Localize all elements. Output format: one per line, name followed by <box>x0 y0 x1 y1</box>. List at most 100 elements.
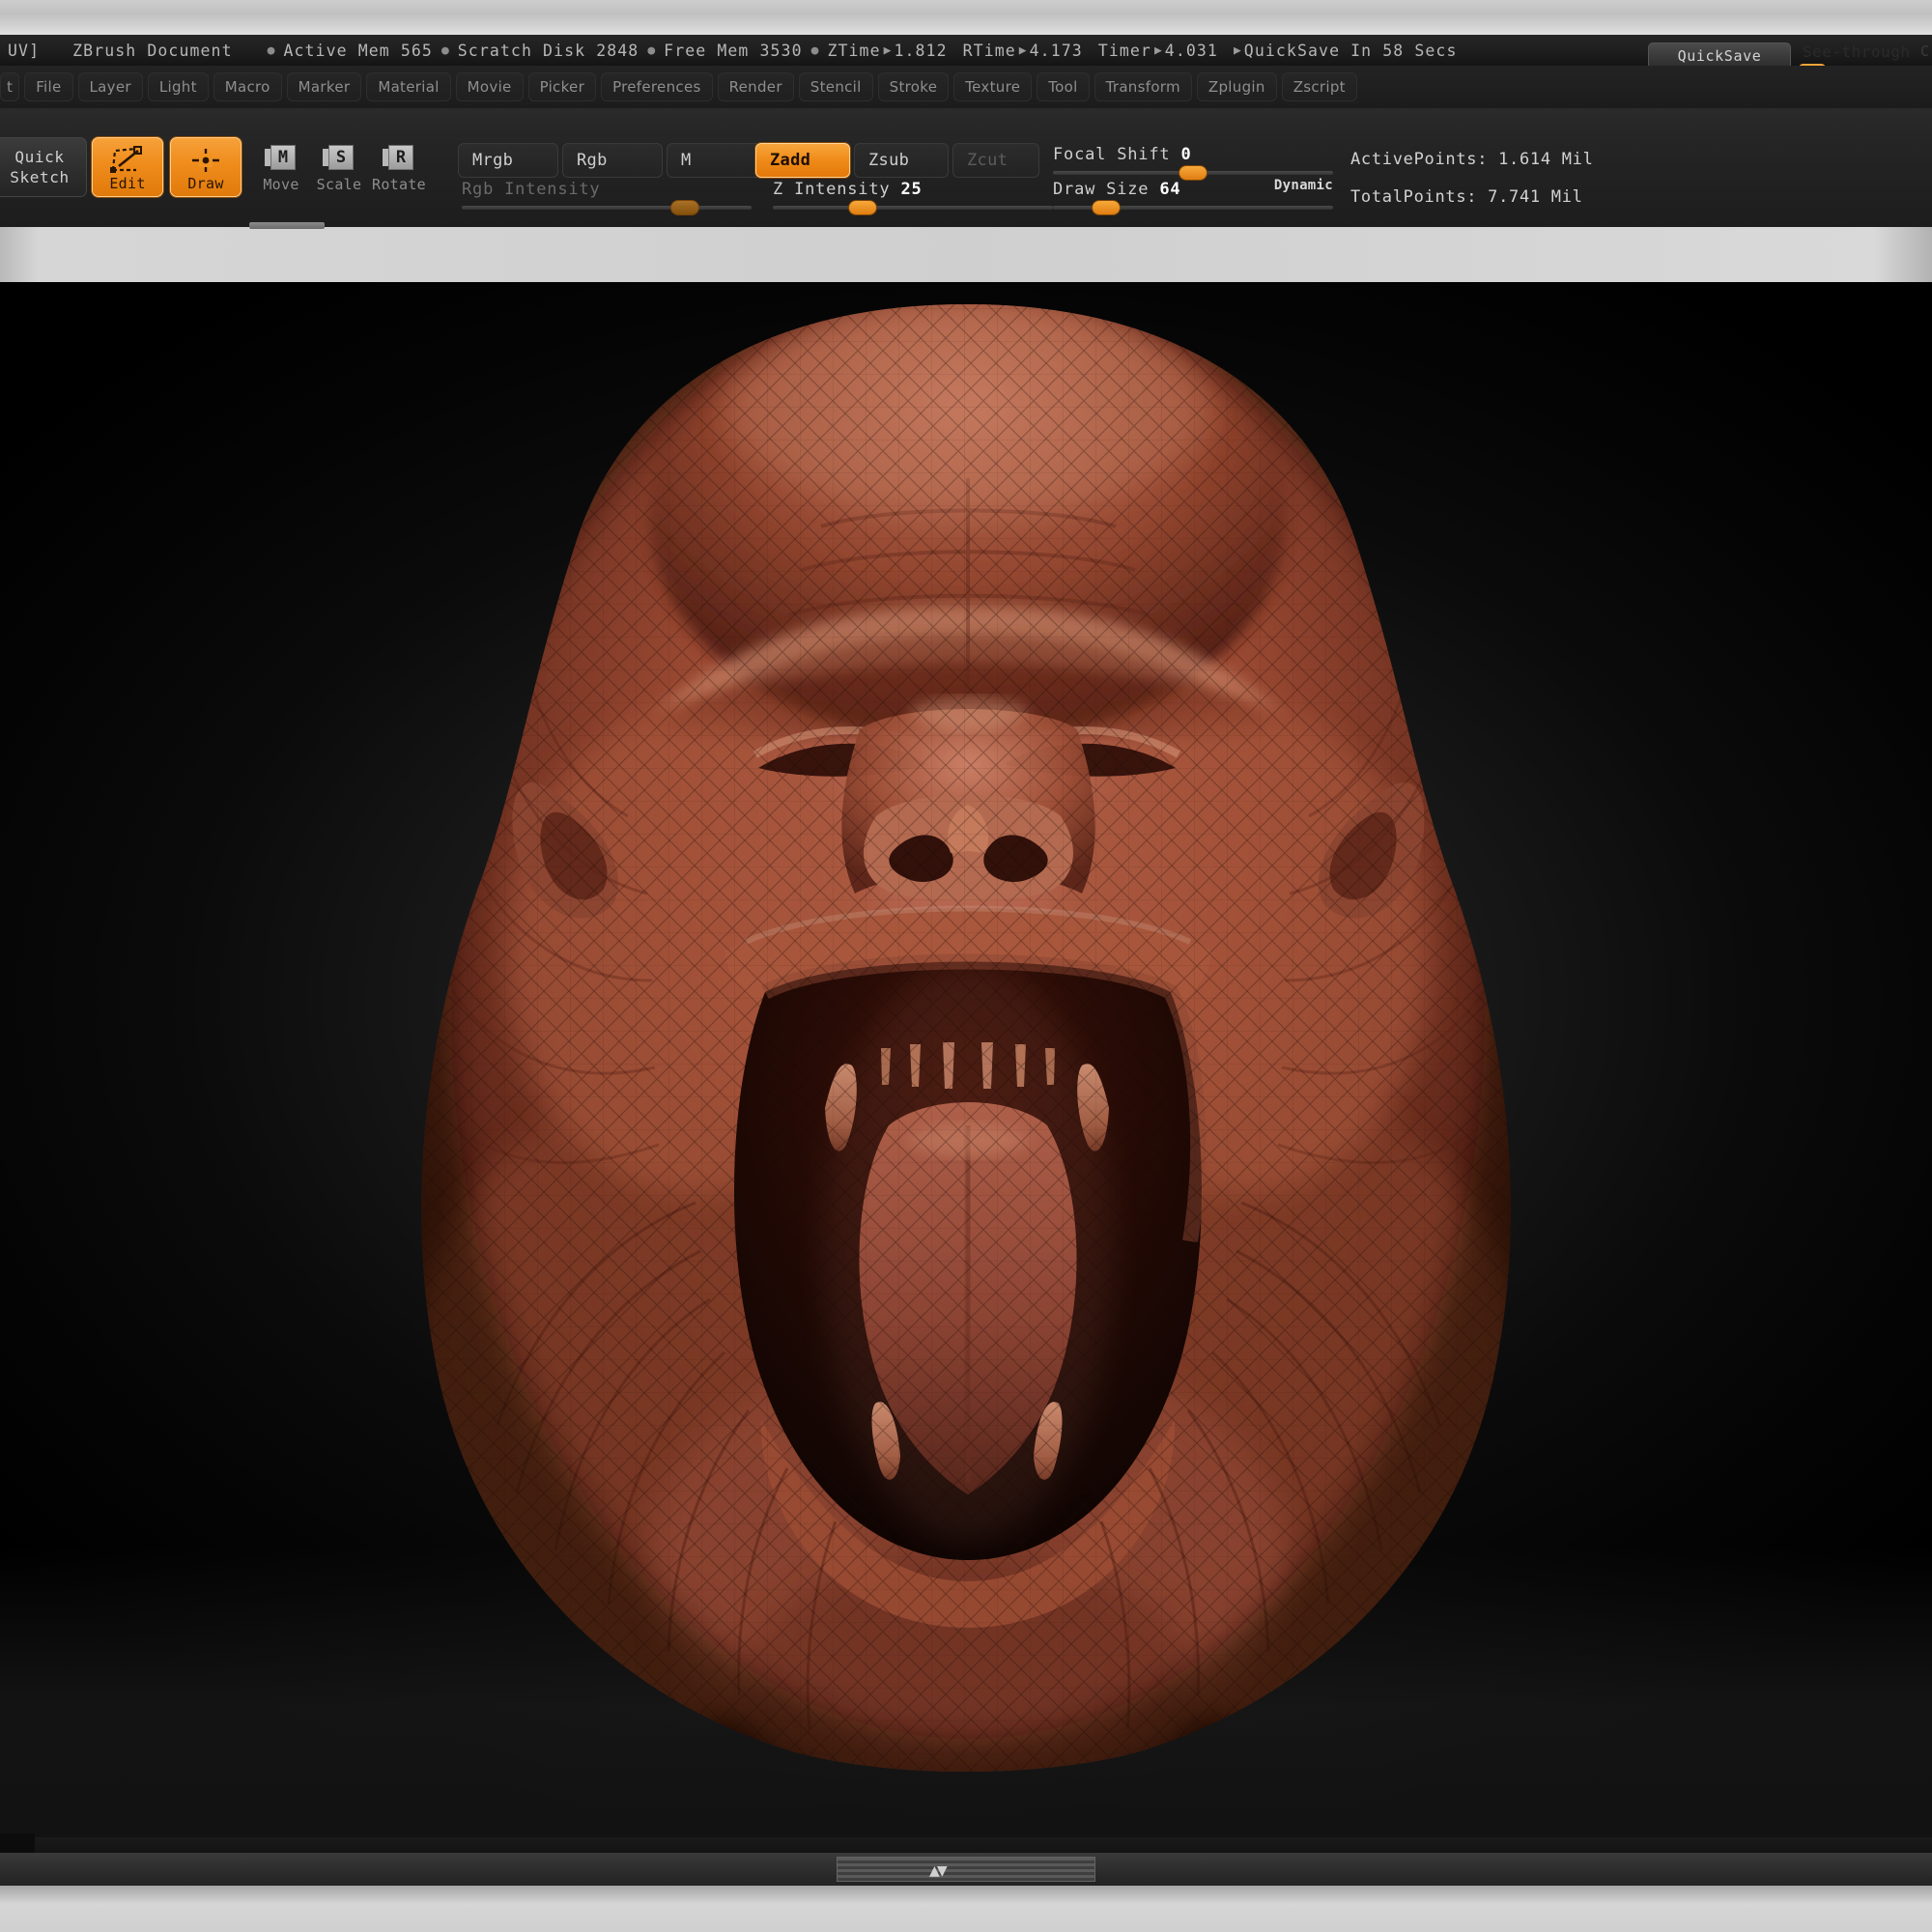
edit-button[interactable]: Edit <box>92 137 163 197</box>
menu-item-file[interactable]: File <box>24 72 73 101</box>
rgb-toggle[interactable]: Rgb <box>562 143 663 178</box>
free-mem-status: Free Mem 3530 <box>664 41 803 60</box>
menu-item-layer[interactable]: Layer <box>77 72 143 101</box>
move-icon: M <box>265 145 298 174</box>
play-arrow-icon: ▶ <box>1233 43 1241 58</box>
total-points-readout: TotalPoints: 7.741 Mil <box>1350 187 1583 207</box>
menu-item-picker[interactable]: Picker <box>527 72 597 101</box>
play-arrow-icon: ▶ <box>1018 43 1027 58</box>
document-title: ZBrush Document <box>72 41 233 60</box>
menu-item-stroke[interactable]: Stroke <box>877 72 950 101</box>
sculpture-model[interactable] <box>406 282 1526 1782</box>
zcut-toggle[interactable]: Zcut <box>952 143 1039 178</box>
rotate-button[interactable]: R Rotate <box>367 145 431 195</box>
ztime-value: 1.812 <box>894 41 948 60</box>
edit-button-label: Edit <box>109 175 146 192</box>
title-prefix: UV] <box>8 41 41 60</box>
focal-shift-track[interactable] <box>1053 166 1333 180</box>
rotate-key-glyph: R <box>388 145 413 170</box>
timer-value: 4.031 <box>1164 41 1218 60</box>
z-intensity-value: 25 <box>900 180 923 199</box>
edit-icon <box>110 146 142 173</box>
quick-sketch-label-line1: Quick <box>14 148 65 166</box>
dynamic-label: Dynamic <box>1273 178 1333 193</box>
menu-item-tool[interactable]: Tool <box>1037 72 1090 101</box>
draw-size-knob[interactable] <box>1093 201 1121 214</box>
rotate-icon: R <box>383 145 415 174</box>
menu-item-movie[interactable]: Movie <box>455 72 524 101</box>
zsub-toggle[interactable]: Zsub <box>854 143 949 178</box>
move-button-label: Move <box>263 176 299 193</box>
menu-item-stencil[interactable]: Stencil <box>798 72 873 101</box>
rtime-label: RTime <box>962 41 1016 60</box>
rgb-intensity-knob[interactable] <box>671 201 698 214</box>
separator-dot-icon: ● <box>647 43 656 58</box>
separator-dot-icon: ● <box>810 43 819 58</box>
active-points-readout: ActivePoints: 1.614 Mil <box>1350 150 1594 169</box>
draw-icon <box>192 149 219 172</box>
rtime-value: 4.173 <box>1029 41 1083 60</box>
menu-item-transform[interactable]: Transform <box>1094 72 1192 101</box>
z-intensity-knob[interactable] <box>848 201 876 214</box>
ztime-label: ZTime <box>827 41 881 60</box>
rgb-intensity-label: Rgb Intensity <box>462 180 601 199</box>
menu-item-macro[interactable]: Macro <box>213 72 282 101</box>
play-arrow-icon: ▶ <box>883 43 892 58</box>
zadd-toggle[interactable]: Zadd <box>755 143 850 178</box>
mrgb-toggle[interactable]: Mrgb <box>458 143 558 178</box>
menu-item-material[interactable]: Material <box>366 72 451 101</box>
focal-shift-label: Focal Shift <box>1053 145 1171 164</box>
move-key-glyph: M <box>270 145 296 170</box>
focal-shift-slider[interactable]: Focal Shift 0 <box>1053 145 1333 180</box>
total-points-label: TotalPoints: <box>1350 187 1478 207</box>
quick-sketch-button[interactable]: Quick Sketch <box>0 137 87 197</box>
rgb-intensity-slider[interactable]: Rgb Intensity <box>462 180 752 214</box>
menu-bar: t File Layer Light Macro Marker Material Movie P… <box>0 66 1932 108</box>
menu-item-render[interactable]: Render <box>717 72 794 101</box>
separator-dot-icon: ● <box>440 43 449 58</box>
window-top-chrome <box>0 0 1932 35</box>
status-bar: UV] ZBrush Document ● Active Mem 565 ● S… <box>0 35 1932 66</box>
quicksave-countdown: QuickSave In 58 Secs <box>1243 41 1458 60</box>
z-intensity-track[interactable] <box>773 201 1053 214</box>
scale-button-label: Scale <box>316 176 362 193</box>
total-points-value: 7.741 Mil <box>1488 187 1583 207</box>
see-through-label: See-through <box>1803 43 1911 61</box>
scale-icon: S <box>323 145 355 174</box>
window-corner-glyph: C <box>1920 43 1930 60</box>
draw-size-track[interactable] <box>1053 201 1333 214</box>
active-points-value: 1.614 Mil <box>1498 150 1594 169</box>
wireframe-overlay-grid <box>421 303 1511 1772</box>
focal-shift-knob[interactable] <box>1179 166 1207 180</box>
scroll-arrows-icon[interactable]: ▲▼ <box>929 1861 948 1881</box>
draw-size-slider[interactable]: Draw Size 64 Dynamic <box>1053 178 1333 214</box>
active-mem-status: Active Mem 565 <box>283 41 433 60</box>
focal-shift-value: 0 <box>1180 145 1192 164</box>
m-toggle[interactable]: M <box>667 143 767 178</box>
menu-item-marker[interactable]: Marker <box>286 72 362 101</box>
menu-item-t[interactable]: t <box>0 72 20 101</box>
document-canvas[interactable] <box>0 282 1932 1837</box>
menu-item-light[interactable]: Light <box>147 72 209 101</box>
rotate-button-label: Rotate <box>372 176 426 193</box>
scratch-disk-status: Scratch Disk 2848 <box>457 41 639 60</box>
draw-button[interactable]: Draw <box>170 137 242 197</box>
menu-item-preferences[interactable]: Preferences <box>601 72 713 101</box>
scale-button[interactable]: S Scale <box>307 145 371 195</box>
zbrush-window: UV] ZBrush Document ● Active Mem 565 ● S… <box>0 0 1932 1932</box>
window-bottom-chrome <box>0 1886 1932 1932</box>
z-intensity-label: Z Intensity <box>773 180 891 199</box>
quick-sketch-label-line2: Sketch <box>10 168 70 186</box>
draw-size-value: 64 <box>1159 180 1181 199</box>
rgb-intensity-track[interactable] <box>462 201 752 214</box>
menu-item-zscript[interactable]: Zscript <box>1281 72 1357 101</box>
separator-dot-icon: ● <box>267 43 275 58</box>
scale-key-glyph: S <box>328 145 354 170</box>
z-intensity-slider[interactable]: Z Intensity 25 <box>773 180 1053 214</box>
horizontal-scrollbar-thumb[interactable] <box>837 1857 1095 1882</box>
menu-item-texture[interactable]: Texture <box>953 72 1033 101</box>
play-arrow-icon: ▶ <box>1153 43 1162 58</box>
brush-selection-indicator <box>249 222 325 229</box>
menu-item-zplugin[interactable]: Zplugin <box>1196 72 1277 101</box>
move-button[interactable]: M Move <box>249 145 313 195</box>
